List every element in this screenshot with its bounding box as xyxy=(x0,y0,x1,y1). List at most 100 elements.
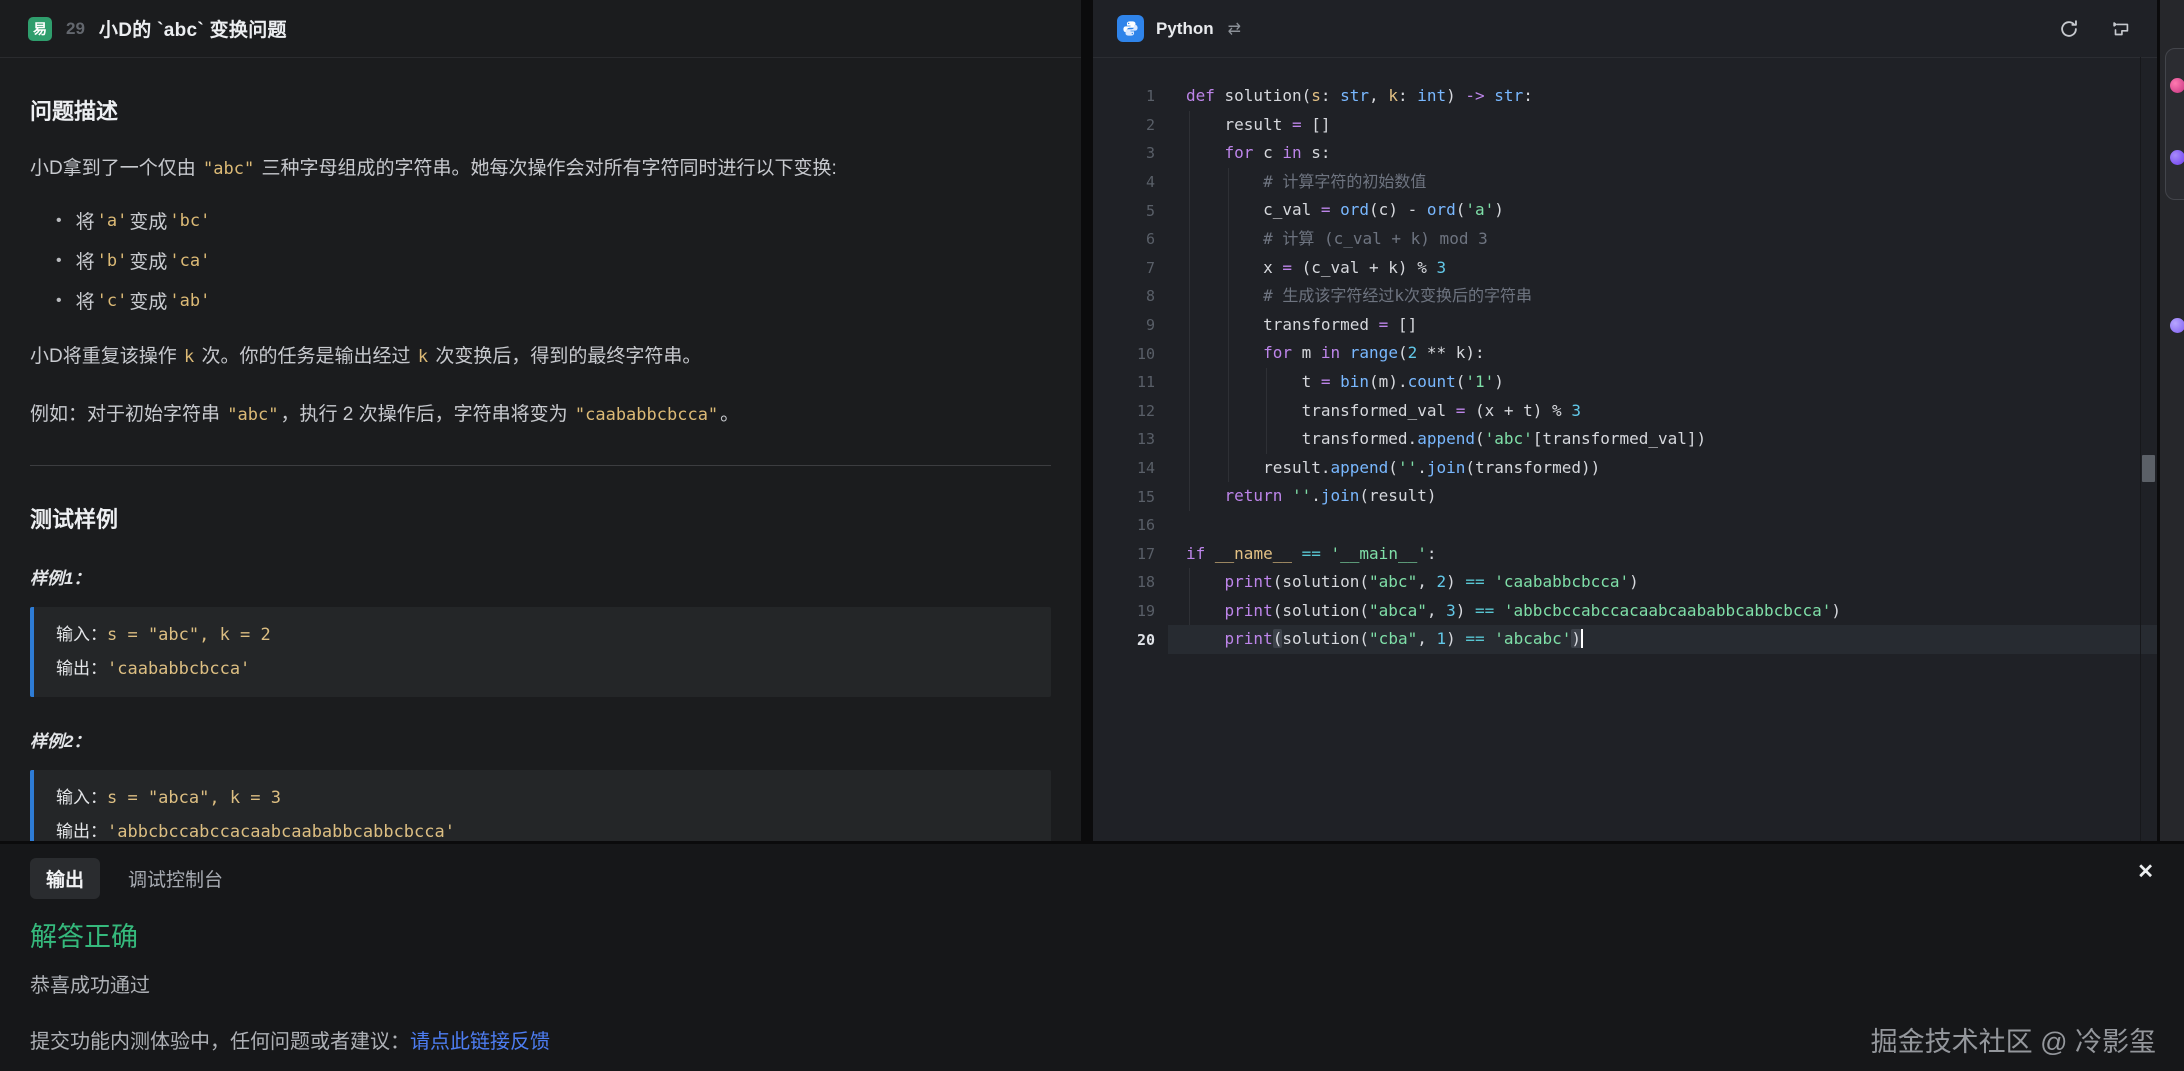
feedback-text: 提交功能内测体验中，任何问题或者建议： xyxy=(30,1031,410,1053)
code-line: 16 xyxy=(1093,511,2157,540)
section-heading-description: 问题描述 xyxy=(30,94,1051,126)
code-line: 9 transformed = [] xyxy=(1093,311,2157,340)
line-number: 12 xyxy=(1093,402,1155,420)
section-heading-samples: 测试样例 xyxy=(30,502,1051,534)
sample-row: 输出：'abbcbccabccacaabcaababbcabbcbcca' xyxy=(56,815,1029,841)
code-editor[interactable]: 1 def solution(s: str, k: int) -> str:2 r… xyxy=(1093,58,2157,841)
code-line-text: # 计算 (c_val + k) mod 3 xyxy=(1186,225,2157,254)
sample-label: 样例1： xyxy=(30,564,1051,589)
code-line-text: c_val = ord(c) - ord('a') xyxy=(1186,196,2157,225)
extension-card xyxy=(2165,48,2184,200)
code-line: 3 for c in s: xyxy=(1093,139,2157,168)
line-number: 8 xyxy=(1093,287,1155,305)
code-line: 14 result.append(''.join(transformed)) xyxy=(1093,454,2157,483)
code-line-text: x = (c_val + k) % 3 xyxy=(1186,254,2157,283)
sample-row: 输入：s = "abc", k = 2 xyxy=(56,618,1029,652)
line-number: 14 xyxy=(1093,459,1155,477)
difficulty-badge: 易 xyxy=(28,17,52,41)
line-number: 4 xyxy=(1093,173,1155,191)
extension-icon[interactable] xyxy=(2170,318,2184,333)
code-line: 5 c_val = ord(c) - ord('a') xyxy=(1093,196,2157,225)
line-number: 7 xyxy=(1093,259,1155,277)
feedback-row: 提交功能内测体验中，任何问题或者建议：请点此链接反馈 xyxy=(30,1025,2184,1054)
python-icon xyxy=(1117,15,1144,42)
problem-para3: 例如：对于初始字符串 "abc"，执行 2 次操作后，字符串将变为 "caaba… xyxy=(30,400,1051,429)
samples-container: 样例1： 输入：s = "abc", k = 2输出：'caababbcbcca'… xyxy=(30,564,1051,841)
code-line: 1 def solution(s: str, k: int) -> str: xyxy=(1093,82,2157,111)
watermark: 掘金技术社区 @ 冷影玺 xyxy=(1871,1020,2156,1059)
transform-rules-list: •将 'a' 变成 'bc'•将 'b' 变成 'ca'•将 'c' 变成 'a… xyxy=(30,207,1051,314)
layout-toggle-icon[interactable] xyxy=(2109,17,2133,41)
extension-icon[interactable] xyxy=(2170,78,2184,93)
sample-row: 输入：s = "abca", k = 3 xyxy=(56,781,1029,815)
problem-title: 小D的 `abc` 变换问题 xyxy=(99,15,287,42)
code-line-text: for c in s: xyxy=(1186,139,2157,168)
code-line: 18 print(solution("abc", 2) == 'caababbc… xyxy=(1093,568,2157,597)
language-selector[interactable]: Python xyxy=(1156,19,1214,39)
feedback-link[interactable]: 请点此链接反馈 xyxy=(410,1031,550,1053)
extension-icon[interactable] xyxy=(2170,150,2184,165)
result-title: 解答正确 xyxy=(30,915,2184,954)
sample-label: 样例2： xyxy=(30,727,1051,752)
code-line: 4 # 计算字符的初始数值 xyxy=(1093,168,2157,197)
bullet-dot: • xyxy=(56,252,62,270)
divider xyxy=(30,465,1051,466)
code-line: 10 for m in range(2 ** k): xyxy=(1093,339,2157,368)
sample-code-box: 输入：s = "abca", k = 3输出：'abbcbccabccacaab… xyxy=(30,770,1051,841)
code-line-text: t = bin(m).count('1') xyxy=(1186,368,2157,397)
problem-number: 29 xyxy=(66,19,85,39)
editor-scrollbar-track[interactable] xyxy=(2140,57,2157,841)
code-line-text: def solution(s: str, k: int) -> str: xyxy=(1186,82,2157,111)
code-line-text: transformed_val = (x + t) % 3 xyxy=(1186,397,2157,426)
result-subtitle: 恭喜成功通过 xyxy=(30,969,2184,998)
line-number: 13 xyxy=(1093,430,1155,448)
problem-content: 问题描述 小D拿到了一个仅由 "abc" 三种字母组成的字符串。她每次操作会对所… xyxy=(0,94,1081,841)
bullet-dot: • xyxy=(56,292,62,310)
line-number: 1 xyxy=(1093,87,1155,105)
line-number: 16 xyxy=(1093,516,1155,534)
code-line: 2 result = [] xyxy=(1093,111,2157,140)
reset-code-icon[interactable] xyxy=(2057,17,2081,41)
close-output-icon[interactable]: ✕ xyxy=(2137,862,2154,882)
code-line: 12 transformed_val = (x + t) % 3 xyxy=(1093,397,2157,426)
code-line-text: transformed = [] xyxy=(1186,311,2157,340)
code-line: 13 transformed.append('abc'[transformed_… xyxy=(1093,425,2157,454)
code-line: 20 print(solution("cba", 1) == 'abcabc') xyxy=(1093,625,2157,654)
code-line: 6 # 计算 (c_val + k) mod 3 xyxy=(1093,225,2157,254)
bullet-dot: • xyxy=(56,212,62,230)
problem-header: 易 29 小D的 `abc` 变换问题 xyxy=(0,0,1081,58)
line-number: 17 xyxy=(1093,545,1155,563)
code-line: 19 print(solution("abca", 3) == 'abbcbcc… xyxy=(1093,597,2157,626)
output-panel: 输出 调试控制台 ✕ 解答正确 恭喜成功通过 提交功能内测体验中，任何问题或者建… xyxy=(0,844,2184,1071)
code-line-text: print(solution("abca", 3) == 'abbcbccabc… xyxy=(1186,597,2157,626)
code-line-text xyxy=(1186,511,2157,540)
editor-panel: Python ⇄ 1def solution(s: str, k: int xyxy=(1093,0,2157,841)
sample-code-box: 输入：s = "abc", k = 2输出：'caababbcbcca' xyxy=(30,607,1051,697)
line-number: 15 xyxy=(1093,488,1155,506)
code-line-text: print(solution("cba", 1) == 'abcabc') xyxy=(1186,625,2157,654)
code-line-text: return ''.join(result) xyxy=(1186,482,2157,511)
line-number: 18 xyxy=(1093,573,1155,591)
line-number: 5 xyxy=(1093,202,1155,220)
code-line: 11 t = bin(m).count('1') xyxy=(1093,368,2157,397)
line-number: 3 xyxy=(1093,144,1155,162)
sample-row: 输出：'caababbcbcca' xyxy=(56,652,1029,686)
rule-item: •将 'c' 变成 'ab' xyxy=(56,287,1051,314)
problem-para2: 小D将重复该操作 k 次。你的任务是输出经过 k 次变换后，得到的最终字符串。 xyxy=(30,342,1051,371)
swap-language-icon[interactable]: ⇄ xyxy=(1228,19,1241,39)
line-number: 10 xyxy=(1093,345,1155,363)
code-line-text: print(solution("abc", 2) == 'caababbcbcc… xyxy=(1186,568,2157,597)
line-number: 6 xyxy=(1093,230,1155,248)
code-line-text: for m in range(2 ** k): xyxy=(1186,339,2157,368)
code-line-text: result = [] xyxy=(1186,111,2157,140)
line-number: 9 xyxy=(1093,316,1155,334)
line-number: 11 xyxy=(1093,373,1155,391)
code-line: 17if __name__ == '__main__': xyxy=(1093,540,2157,569)
app-root: 易 29 小D的 `abc` 变换问题 问题描述 小D拿到了一个仅由 "abc"… xyxy=(0,0,2184,1071)
tab-debug-console[interactable]: 调试控制台 xyxy=(128,858,223,899)
problem-panel: 易 29 小D的 `abc` 变换问题 问题描述 小D拿到了一个仅由 "abc"… xyxy=(0,0,1081,841)
editor-scrollbar-thumb[interactable] xyxy=(2142,455,2155,482)
extension-rail xyxy=(2160,0,2184,841)
tab-output[interactable]: 输出 xyxy=(30,858,100,899)
output-tabs: 输出 调试控制台 xyxy=(0,844,2184,899)
